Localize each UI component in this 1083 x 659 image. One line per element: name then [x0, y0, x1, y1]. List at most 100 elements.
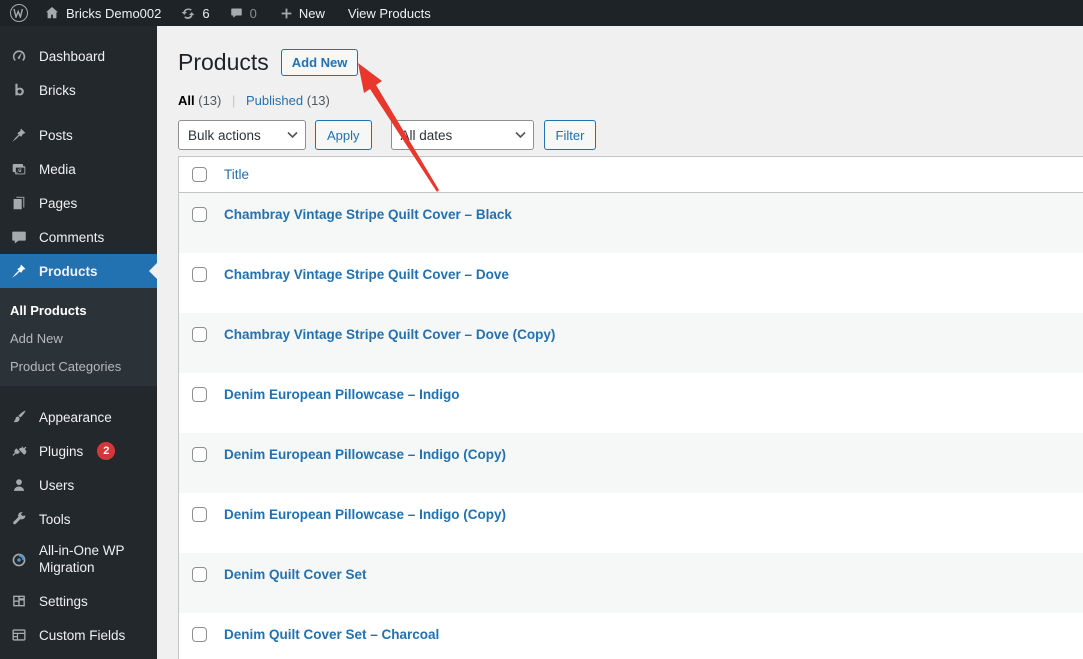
- sidebar-item-pages[interactable]: Pages: [0, 186, 157, 220]
- product-title-link[interactable]: Chambray Vintage Stripe Quilt Cover – Bl…: [224, 207, 512, 222]
- dates-filter-value: All dates: [400, 127, 453, 143]
- wordpress-logo-icon: [10, 4, 28, 22]
- product-title-link[interactable]: Chambray Vintage Stripe Quilt Cover – Do…: [224, 267, 509, 282]
- migration-icon: [9, 550, 29, 570]
- dashboard-icon: [9, 46, 29, 66]
- submenu-item-add-new[interactable]: Add New: [0, 324, 157, 352]
- site-name-menu[interactable]: Bricks Demo002: [44, 5, 161, 21]
- sidebar-item-label: Posts: [39, 127, 73, 143]
- view-products-menu[interactable]: View Products: [348, 6, 431, 21]
- new-content-menu[interactable]: New: [280, 6, 325, 21]
- apply-button[interactable]: Apply: [315, 120, 372, 150]
- product-title-link[interactable]: Denim Quilt Cover Set – Charcoal: [224, 627, 439, 642]
- sidebar-item-label: Tools: [39, 511, 71, 527]
- title-column-header[interactable]: Title: [224, 167, 249, 182]
- sidebar-item-products[interactable]: Products: [0, 254, 157, 288]
- main-content: Products Add New All (13) | Published (1…: [157, 26, 1083, 659]
- site-name-label: Bricks Demo002: [66, 5, 162, 21]
- appearance-icon: [9, 407, 29, 427]
- sidebar-item-label: Users: [39, 477, 75, 493]
- row-checkbox[interactable]: [192, 447, 207, 462]
- updates-menu[interactable]: 6: [180, 5, 210, 21]
- admin-bar: Bricks Demo002 6 0 New View Products: [0, 0, 1083, 26]
- row-checkbox[interactable]: [192, 267, 207, 282]
- views-separator: |: [232, 93, 236, 108]
- tools-icon: [9, 509, 29, 529]
- view-products-label: View Products: [347, 5, 431, 21]
- sidebar-item-label: Appearance: [39, 409, 112, 425]
- product-title-link[interactable]: Denim European Pillowcase – Indigo: [224, 387, 460, 402]
- sidebar-item-custom-fields[interactable]: Custom Fields: [0, 618, 157, 652]
- plugins-update-badge: 2: [97, 442, 116, 460]
- posts-icon: [9, 125, 29, 145]
- sidebar-item-aio-wp-migration[interactable]: All-in-One WP Migration: [0, 536, 157, 584]
- sidebar-item-posts[interactable]: Posts: [0, 118, 157, 152]
- bulk-actions-select[interactable]: Bulk actions: [178, 120, 306, 150]
- row-checkbox[interactable]: [192, 507, 207, 522]
- row-checkbox[interactable]: [192, 327, 207, 342]
- plus-icon: [280, 7, 293, 20]
- row-checkbox[interactable]: [192, 387, 207, 402]
- view-all-link[interactable]: All: [178, 93, 195, 108]
- select-all-checkbox[interactable]: [192, 167, 207, 182]
- sidebar-item-users[interactable]: Users: [0, 468, 157, 502]
- table-row: Denim European Pillowcase – Indigo (Copy…: [179, 493, 1083, 553]
- submenu-item-product-categories[interactable]: Product Categories: [0, 352, 157, 380]
- row-checkbox[interactable]: [192, 627, 207, 642]
- pages-icon: [9, 193, 29, 213]
- updates-count: 6: [202, 5, 210, 21]
- chevron-down-icon: [287, 131, 298, 139]
- custom-fields-icon: [9, 625, 29, 645]
- sidebar-item-label: Media: [39, 161, 76, 177]
- products-table: Title Chambray Vintage Stripe Quilt Cove…: [178, 156, 1083, 659]
- table-row: Denim European Pillowcase – Indigo (Copy…: [179, 433, 1083, 493]
- plugins-icon: [9, 441, 29, 461]
- submenu-item-all-products[interactable]: All Products: [0, 296, 157, 324]
- comments-menu[interactable]: 0: [229, 6, 257, 21]
- comments-count: 0: [249, 5, 257, 21]
- settings-icon: [9, 591, 29, 611]
- home-icon: [44, 5, 60, 21]
- row-checkbox[interactable]: [192, 567, 207, 582]
- sidebar-separator: [0, 107, 157, 118]
- bricks-icon: [9, 80, 29, 100]
- view-published-link[interactable]: Published: [246, 93, 303, 108]
- view-all-count: (13): [198, 93, 222, 108]
- sidebar-item-bricks[interactable]: Bricks: [0, 73, 157, 107]
- sidebar-item-appearance[interactable]: Appearance: [0, 400, 157, 434]
- sidebar-item-tools[interactable]: Tools: [0, 502, 157, 536]
- product-title-link[interactable]: Chambray Vintage Stripe Quilt Cover – Do…: [224, 327, 555, 342]
- product-title-link[interactable]: Denim European Pillowcase – Indigo (Copy…: [224, 507, 506, 522]
- product-title-link[interactable]: Denim European Pillowcase – Indigo (Copy…: [224, 447, 506, 462]
- table-row: Chambray Vintage Stripe Quilt Cover – Do…: [179, 313, 1083, 373]
- sidebar-item-settings[interactable]: Settings: [0, 584, 157, 618]
- users-icon: [9, 475, 29, 495]
- row-checkbox[interactable]: [192, 207, 207, 222]
- submenu-item-label: Product Categories: [10, 358, 122, 374]
- sidebar-item-comments[interactable]: Comments: [0, 220, 157, 254]
- table-row: Chambray Vintage Stripe Quilt Cover – Do…: [179, 253, 1083, 313]
- sidebar-item-media[interactable]: Media: [0, 152, 157, 186]
- table-header-row: Title: [179, 157, 1083, 193]
- table-row: Denim Quilt Cover Set: [179, 553, 1083, 613]
- sidebar-item-label: Pages: [39, 195, 78, 211]
- sidebar-item-label: Dashboard: [39, 48, 106, 64]
- sidebar-item-label: Bricks: [39, 82, 76, 98]
- comments-menu-icon: [9, 227, 29, 247]
- table-row: Chambray Vintage Stripe Quilt Cover – Bl…: [179, 193, 1083, 253]
- page-title: Products: [178, 49, 269, 75]
- submenu-item-label: Add New: [10, 330, 63, 346]
- sidebar-item-label: Custom Fields: [39, 627, 126, 643]
- product-title-link[interactable]: Denim Quilt Cover Set: [224, 567, 367, 582]
- dates-filter-select[interactable]: All dates: [390, 120, 534, 150]
- sidebar-item-label: All-in-One WP Migration: [39, 543, 125, 575]
- chevron-down-icon: [514, 131, 526, 139]
- products-icon: [9, 261, 29, 281]
- sidebar-item-plugins[interactable]: Plugins 2: [0, 434, 157, 468]
- filter-button[interactable]: Filter: [543, 120, 597, 150]
- wordpress-menu[interactable]: [10, 4, 28, 22]
- add-new-button[interactable]: Add New: [280, 48, 359, 76]
- new-label: New: [298, 5, 325, 21]
- sidebar-item-dashboard[interactable]: Dashboard: [0, 39, 157, 73]
- bulk-actions-value: Bulk actions: [188, 127, 261, 143]
